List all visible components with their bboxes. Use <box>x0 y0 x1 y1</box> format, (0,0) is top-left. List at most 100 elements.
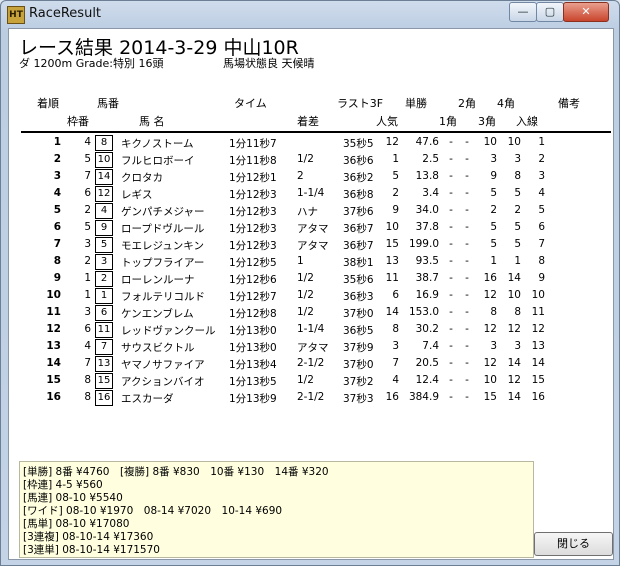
col-waku: 枠番 <box>67 115 89 128</box>
table-row[interactable]: 10 1 フォルテリコルド 1分12秒7 1/2 36秒3 6 16.9- -12 10 10 1 <box>9 288 613 305</box>
race-course-info: ダ 1200m Grade:特別 16頭 <box>19 57 164 70</box>
close-button[interactable]: 閉じる <box>534 532 613 556</box>
margin-cell: 1-1/4 <box>297 187 325 199</box>
horse-name-cell: エスカーダ <box>121 393 174 405</box>
corner2-cell: - <box>465 323 469 335</box>
waku-cell: 3 <box>84 306 91 318</box>
horse-name-cell: ロープドヴルール <box>121 223 205 235</box>
umaban-box: 1 <box>95 288 113 304</box>
odds-cell: 20.5 <box>415 357 439 369</box>
time-cell: 1分12秒3 <box>229 189 277 201</box>
waku-cell: 5 <box>84 153 91 165</box>
header-separator <box>21 131 611 133</box>
corner2-cell: - <box>465 238 469 250</box>
table-row[interactable]: 14 7 ヤマノサファイア 1分13秒4 2-1/2 37秒0 7 20.5- -12 14 14 1… <box>9 356 613 373</box>
table-row[interactable]: 13 4 サウスビクトル 1分13秒0 アタマ 37秒9 3 7.4- -3 3 13 7 <box>9 339 613 356</box>
table-row[interactable]: 6 5 ロープドヴルール 1分12秒3 アタマ 36秒7 10 37.8- -5 5 6 9 <box>9 220 613 237</box>
horse-name-cell: トップフライアー <box>121 257 205 269</box>
corner1-cell: - <box>449 255 453 267</box>
time-cell: 1分12秒3 <box>229 240 277 252</box>
corner3-cell: 10 <box>483 136 497 148</box>
time-cell: 1分12秒5 <box>229 257 277 269</box>
corner1-cell: - <box>449 323 453 335</box>
table-row[interactable]: 1 4 キクノストーム 1分11秒7 35秒5 12 47.6- -10 10 1 8 <box>9 135 613 152</box>
corner1-cell: - <box>449 272 453 284</box>
table-row[interactable]: 8 2 トップフライアー 1分12秒5 1 38秒1 13 93.5- -1 1 8 3 <box>9 254 613 271</box>
odds-cell: 2.5 <box>422 153 439 165</box>
col-odds: 単勝 <box>405 97 427 110</box>
table-row[interactable]: 2 5 フルヒロボーイ 1分11秒8 1/2 36秒6 1 2.5- -3 3 2 10 <box>9 152 613 169</box>
table-row[interactable]: 9 1 ローレンルーナ 1分12秒6 1/2 35秒6 11 38.7- -16 14 9 2 <box>9 271 613 288</box>
minimize-button[interactable]: — <box>509 2 537 22</box>
time-cell: 1分13秒5 <box>229 376 277 388</box>
close-window-button[interactable]: ✕ <box>563 2 609 22</box>
table-row[interactable]: 4 6 レギス 1分12秒3 1-1/4 36秒8 2 3.4- -5 5 4 12 <box>9 186 613 203</box>
popularity-cell: 11 <box>385 272 399 284</box>
last3f-cell: 36秒2 <box>343 172 374 184</box>
umaban-box: 11 <box>95 322 113 338</box>
corner3-cell: 16 <box>483 272 497 284</box>
finish-cell: 14 <box>531 357 545 369</box>
rank-cell: 11 <box>46 306 61 318</box>
umaban-box: 8 <box>95 135 113 151</box>
last3f-cell: 35秒5 <box>343 138 374 150</box>
umaban-box: 6 <box>95 305 113 321</box>
odds-cell: 13.8 <box>415 170 439 182</box>
last3f-cell: 35秒6 <box>343 274 374 286</box>
odds-cell: 47.6 <box>415 136 439 148</box>
last3f-cell: 36秒8 <box>343 189 374 201</box>
umaban-box: 5 <box>95 237 113 253</box>
race-conditions: 馬場状態良 天候晴 <box>223 57 315 70</box>
table-row[interactable]: 5 2 ゲンパチメジャー 1分12秒3 ハナ 37秒6 9 34.0- -2 2 5 4 <box>9 203 613 220</box>
corner2-cell: - <box>465 221 469 233</box>
table-row[interactable]: 12 6 レッドヴァンクール 1分13秒0 1-1/4 36秒5 8 30.2- -12 12 12… <box>9 322 613 339</box>
margin-cell: アタマ <box>297 223 329 235</box>
table-row[interactable]: 11 3 ケンエンブレム 1分12秒8 1/2 37秒0 14 153.0- -8 8 11 6 <box>9 305 613 322</box>
odds-cell: 384.9 <box>408 391 439 403</box>
rank-cell: 13 <box>46 340 61 352</box>
finish-cell: 9 <box>538 272 545 284</box>
corner3-cell: 1 <box>490 255 497 267</box>
corner2-cell: - <box>465 272 469 284</box>
corner4-cell: 5 <box>514 187 521 199</box>
odds-cell: 93.5 <box>415 255 439 267</box>
umaban-box: 15 <box>95 373 113 389</box>
corner2-cell: - <box>465 136 469 148</box>
title-bar[interactable]: HT RaceResult — ▢ ✕ <box>1 1 619 27</box>
last3f-cell: 37秒0 <box>343 308 374 320</box>
col-remarks: 備考 <box>558 97 580 110</box>
rank-cell: 14 <box>46 357 61 369</box>
corner3-cell: 2 <box>490 204 497 216</box>
table-row[interactable]: 3 7 クロタカ 1分12秒1 2 36秒2 5 13.8- -9 8 3 14 <box>9 169 613 186</box>
horse-name-cell: サウスビクトル <box>121 342 195 354</box>
corner1-cell: - <box>449 204 453 216</box>
corner1-cell: - <box>449 340 453 352</box>
time-cell: 1分13秒0 <box>229 325 277 337</box>
odds-cell: 30.2 <box>415 323 439 335</box>
corner3-cell: 3 <box>490 340 497 352</box>
maximize-button[interactable]: ▢ <box>536 2 564 22</box>
col-finish: 入線 <box>516 115 538 128</box>
horse-name-cell: モエレジュンキン <box>121 240 204 252</box>
corner3-cell: 12 <box>483 357 497 369</box>
table-row[interactable]: 7 3 モエレジュンキン 1分12秒3 アタマ 36秒7 15 199.0- -5 5 7 5 <box>9 237 613 254</box>
finish-cell: 11 <box>531 306 545 318</box>
horse-name-cell: フォルテリコルド <box>121 291 205 303</box>
odds-cell: 7.4 <box>422 340 439 352</box>
corner2-cell: - <box>465 374 469 386</box>
popularity-cell: 8 <box>392 323 399 335</box>
time-cell: 1分13秒4 <box>229 359 277 371</box>
corner1-cell: - <box>449 187 453 199</box>
popularity-cell: 9 <box>392 204 399 216</box>
last3f-cell: 37秒2 <box>343 376 374 388</box>
margin-cell: 2 <box>297 170 304 182</box>
horse-name-cell: ヤマノサファイア <box>121 359 205 371</box>
table-row[interactable]: 16 8 エスカーダ 1分13秒9 2-1/2 37秒3 16 384.9- -15 14 16 16 <box>9 390 613 407</box>
corner4-cell: 12 <box>507 374 521 386</box>
horse-name-cell: レギス <box>121 189 153 201</box>
corner4-cell: 3 <box>514 340 521 352</box>
finish-cell: 10 <box>531 289 545 301</box>
corner4-cell: 8 <box>514 170 521 182</box>
waku-cell: 1 <box>84 289 91 301</box>
table-row[interactable]: 15 8 アクションバイオ 1分13秒5 1/2 37秒2 4 12.4- -10 12 15 15 <box>9 373 613 390</box>
